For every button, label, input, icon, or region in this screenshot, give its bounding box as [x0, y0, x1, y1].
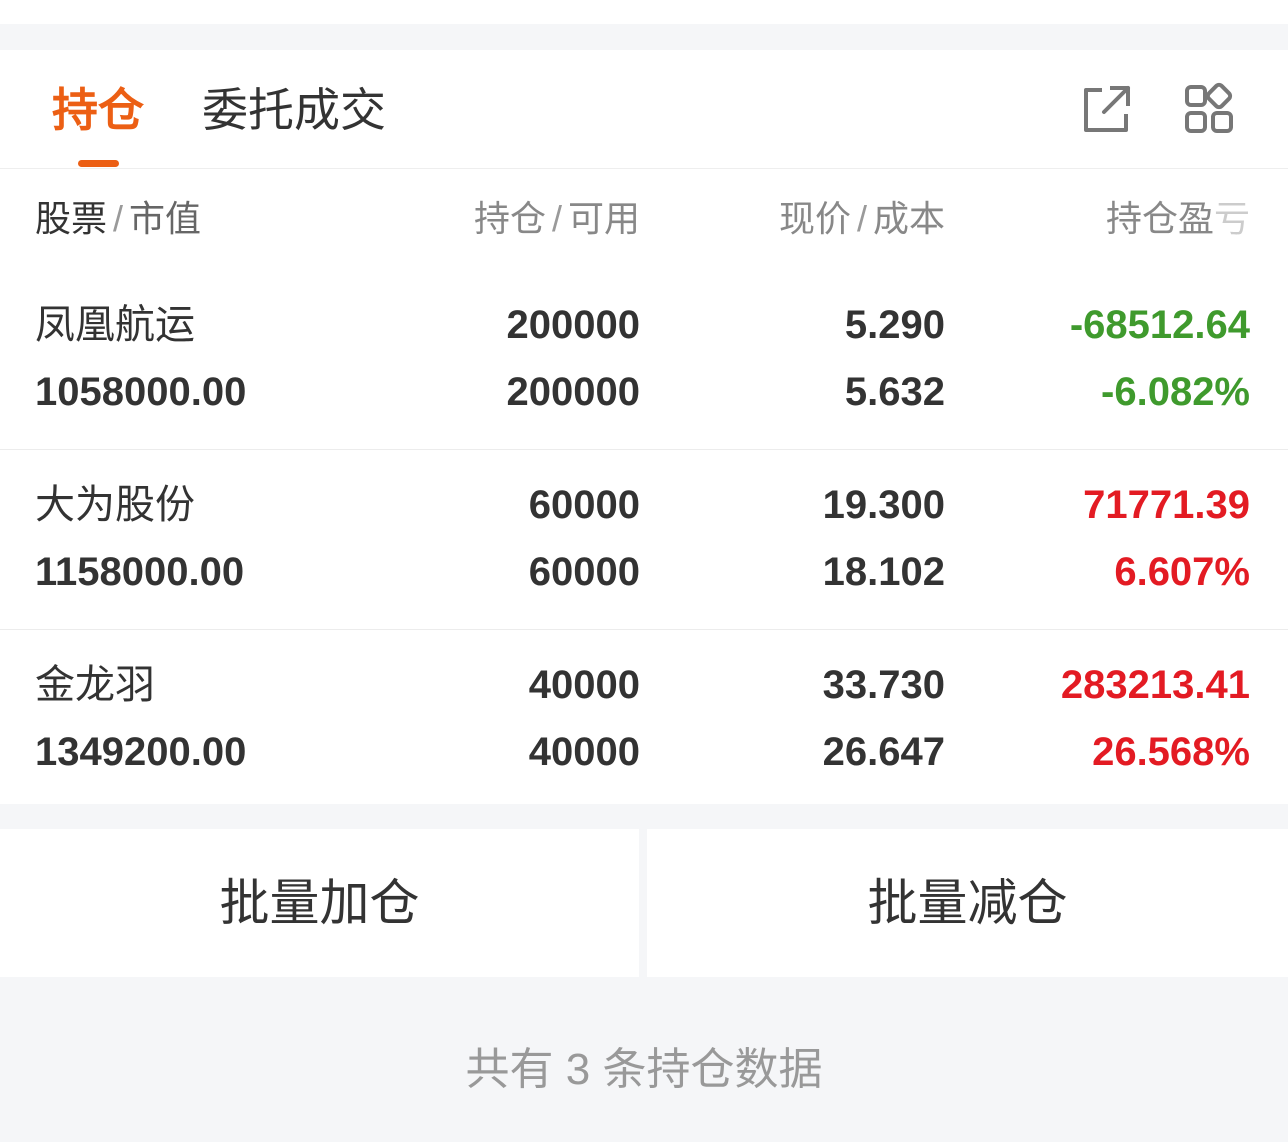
available-quantity: 200000 — [506, 370, 640, 414]
cost-price: 26.647 — [822, 730, 945, 774]
stock-name: 凤凰航运 — [35, 303, 195, 347]
batch-add-button[interactable]: 批量加仓 — [0, 829, 639, 977]
column-pnl-label: 持仓盈 — [1105, 198, 1214, 239]
column-quantity-available[interactable]: 持仓 / 可用 — [474, 194, 640, 244]
column-market-value-label: 市值 — [129, 198, 202, 239]
position-quantity: 60000 — [528, 483, 640, 527]
market-value: 1349200.00 — [35, 730, 247, 774]
tab-orders[interactable]: 委托成交 — [202, 80, 386, 140]
position-pnl: 71771.39 — [1083, 483, 1250, 527]
cost-price: 18.102 — [822, 550, 945, 594]
stock-name: 大为股份 — [35, 483, 195, 527]
available-quantity: 60000 — [528, 550, 640, 594]
column-pnl-label-faded: 亏 — [1213, 198, 1250, 239]
tab-bar: 持仓 委托成交 — [0, 50, 1288, 169]
available-quantity: 40000 — [528, 730, 640, 774]
column-quantity-label: 持仓 — [473, 198, 546, 239]
position-pnl-percent: 6.607% — [1114, 550, 1250, 594]
position-quantity: 200000 — [506, 303, 640, 347]
export-icon[interactable] — [1076, 80, 1134, 138]
column-header: 股票 / 市值 持仓 / 可用 现价 / 成本 持仓盈亏 — [0, 168, 1288, 270]
position-row[interactable]: 金龙羽 1349200.00 40000 40000 33.730 26.647… — [0, 630, 1288, 810]
position-pnl-percent: 26.568% — [1092, 730, 1250, 774]
holdings-panel: 持仓 委托成交 股票 / 市值 持仓 / 可用 现价 / 成本 持仓盈亏 凤凰航… — [0, 50, 1288, 804]
market-value: 1058000.00 — [35, 370, 247, 414]
column-separator: / — [856, 198, 867, 239]
position-pnl-percent: -6.082% — [1101, 370, 1250, 414]
tab-holdings[interactable]: 持仓 — [52, 80, 144, 140]
position-row[interactable]: 大为股份 1158000.00 60000 60000 19.300 18.10… — [0, 450, 1288, 630]
batch-reduce-button[interactable]: 批量减仓 — [647, 829, 1288, 977]
column-cost-label: 成本 — [872, 198, 945, 239]
top-strip — [0, 0, 1288, 24]
grid-icon-glyph — [1185, 82, 1233, 133]
stock-name: 金龙羽 — [35, 663, 155, 707]
position-row[interactable]: 凤凰航运 1058000.00 200000 200000 5.290 5.63… — [0, 270, 1288, 450]
column-separator: / — [113, 198, 124, 239]
active-tab-indicator — [78, 160, 119, 167]
current-price: 19.300 — [822, 483, 945, 527]
holdings-count-note: 共有 3 条持仓数据 — [465, 1045, 823, 1094]
position-pnl: -68512.64 — [1069, 303, 1250, 347]
position-pnl: 283213.41 — [1060, 663, 1250, 707]
export-icon-glyph — [1084, 86, 1130, 132]
column-price-label: 现价 — [778, 198, 851, 239]
column-stock-label: 股票 — [35, 198, 108, 239]
column-stock-market-value[interactable]: 股票 / 市值 — [35, 194, 201, 244]
current-price: 5.290 — [844, 303, 945, 347]
cost-price: 5.632 — [844, 370, 945, 414]
grid-icon[interactable] — [1180, 80, 1238, 138]
column-available-label: 可用 — [567, 198, 640, 239]
column-price-cost[interactable]: 现价 / 成本 — [779, 194, 945, 244]
column-separator: / — [551, 198, 562, 239]
batch-action-bar: 批量加仓 批量减仓 — [0, 829, 1288, 977]
column-pnl[interactable]: 持仓盈亏 — [1106, 194, 1250, 244]
position-quantity: 40000 — [528, 663, 640, 707]
current-price: 33.730 — [822, 663, 945, 707]
market-value: 1158000.00 — [35, 550, 245, 594]
